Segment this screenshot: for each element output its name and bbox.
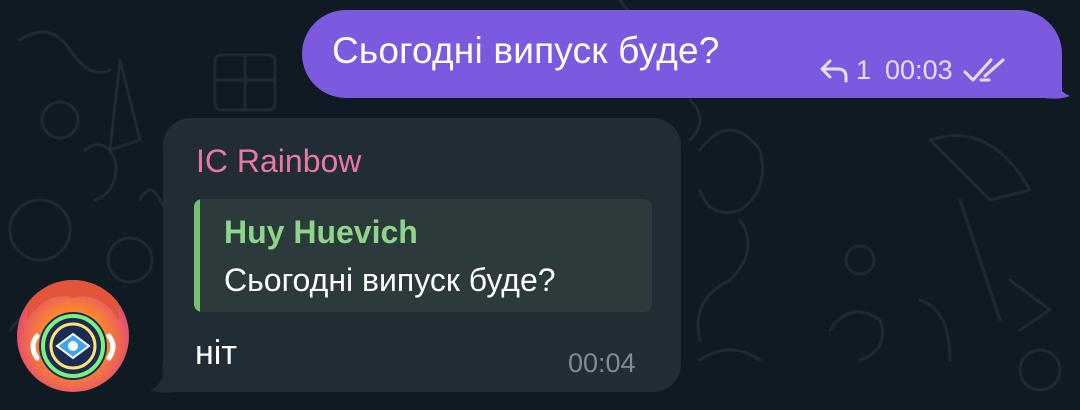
outgoing-bubble-tail <box>1044 70 1070 99</box>
incoming-message-text: ніт <box>195 334 237 372</box>
avatar-image <box>17 280 129 392</box>
reply-arrow-icon[interactable] <box>818 57 850 83</box>
quoted-reply[interactable]: Huy Huevich Сьогодні випуск буде? <box>194 199 652 312</box>
sender-avatar[interactable] <box>17 280 129 392</box>
outgoing-message-time: 00:03 <box>885 54 953 85</box>
outgoing-message-text: Сьогодні випуск буде? <box>332 30 720 71</box>
quote-text: Сьогодні випуск буде? <box>224 262 556 298</box>
quote-author: Huy Huevich <box>224 214 418 250</box>
outgoing-message-meta: 1 00:03 <box>818 55 1009 85</box>
incoming-message-time: 00:04 <box>568 348 636 378</box>
double-check-icon <box>963 58 1005 82</box>
sender-name[interactable]: IC Rainbow <box>196 143 361 180</box>
quote-accent-bar <box>194 199 200 312</box>
reply-count[interactable]: 1 <box>856 55 871 86</box>
incoming-bubble-tail <box>150 364 176 393</box>
